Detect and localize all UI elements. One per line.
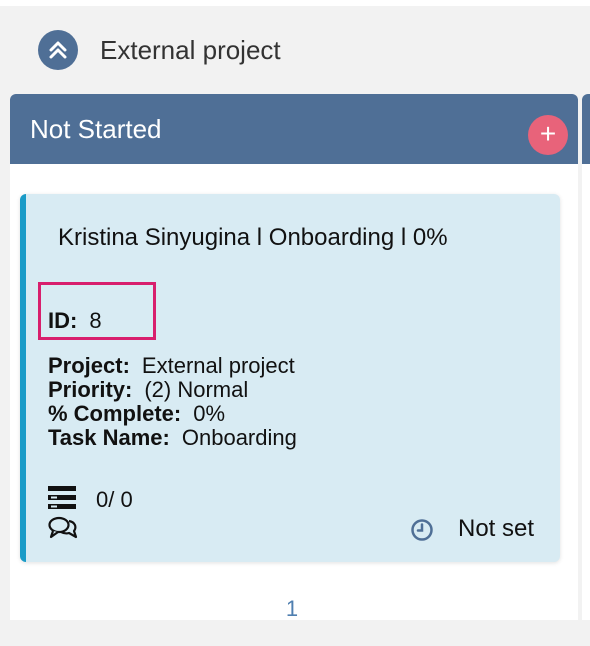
group-title: External project	[100, 34, 281, 65]
collapse-group-button[interactable]	[38, 30, 78, 70]
detail-percent-complete: % Complete: 0%	[48, 402, 297, 426]
card-id-row: ID: 8	[48, 308, 102, 334]
column-title: Not Started	[30, 114, 162, 144]
card-details: Project: External project Priority: (2) No…	[48, 354, 297, 450]
page-number-link[interactable]: 1	[286, 596, 298, 621]
id-label: ID:	[48, 308, 78, 333]
card-title: Kristina Sinyugina l Onboarding l 0%	[58, 224, 448, 251]
next-column-header	[582, 94, 590, 164]
detail-priority: Priority: (2) Normal	[48, 378, 297, 402]
column-header: Not Started +	[10, 94, 578, 164]
detail-label: Project:	[48, 353, 130, 378]
task-card[interactable]: Kristina Sinyugina l Onboarding l 0% ID:…	[20, 194, 560, 562]
double-chevron-up-icon	[49, 41, 67, 59]
detail-task-name: Task Name: Onboarding	[48, 426, 297, 450]
detail-label: Task Name:	[48, 425, 170, 450]
id-value: 8	[89, 308, 102, 333]
group-header: External project	[38, 30, 281, 70]
plus-icon: +	[539, 118, 557, 149]
detail-label: % Complete:	[48, 401, 182, 426]
clock-icon	[411, 519, 433, 541]
due-date: Not set	[458, 515, 535, 542]
top-strip	[0, 0, 590, 6]
detail-value: External project	[141, 353, 295, 378]
checklist-count: 0/ 0	[96, 487, 133, 512]
detail-value: 0%	[193, 401, 226, 426]
detail-project: Project: External project	[48, 354, 297, 378]
detail-label: Priority:	[48, 377, 133, 402]
checklist-icon[interactable]	[48, 486, 76, 510]
detail-value: Onboarding	[181, 425, 297, 450]
add-card-button[interactable]: +	[528, 115, 568, 155]
pagination: 1	[0, 596, 590, 622]
next-column-body	[582, 164, 590, 620]
detail-value: (2) Normal	[144, 377, 249, 402]
comments-icon[interactable]	[48, 516, 78, 540]
